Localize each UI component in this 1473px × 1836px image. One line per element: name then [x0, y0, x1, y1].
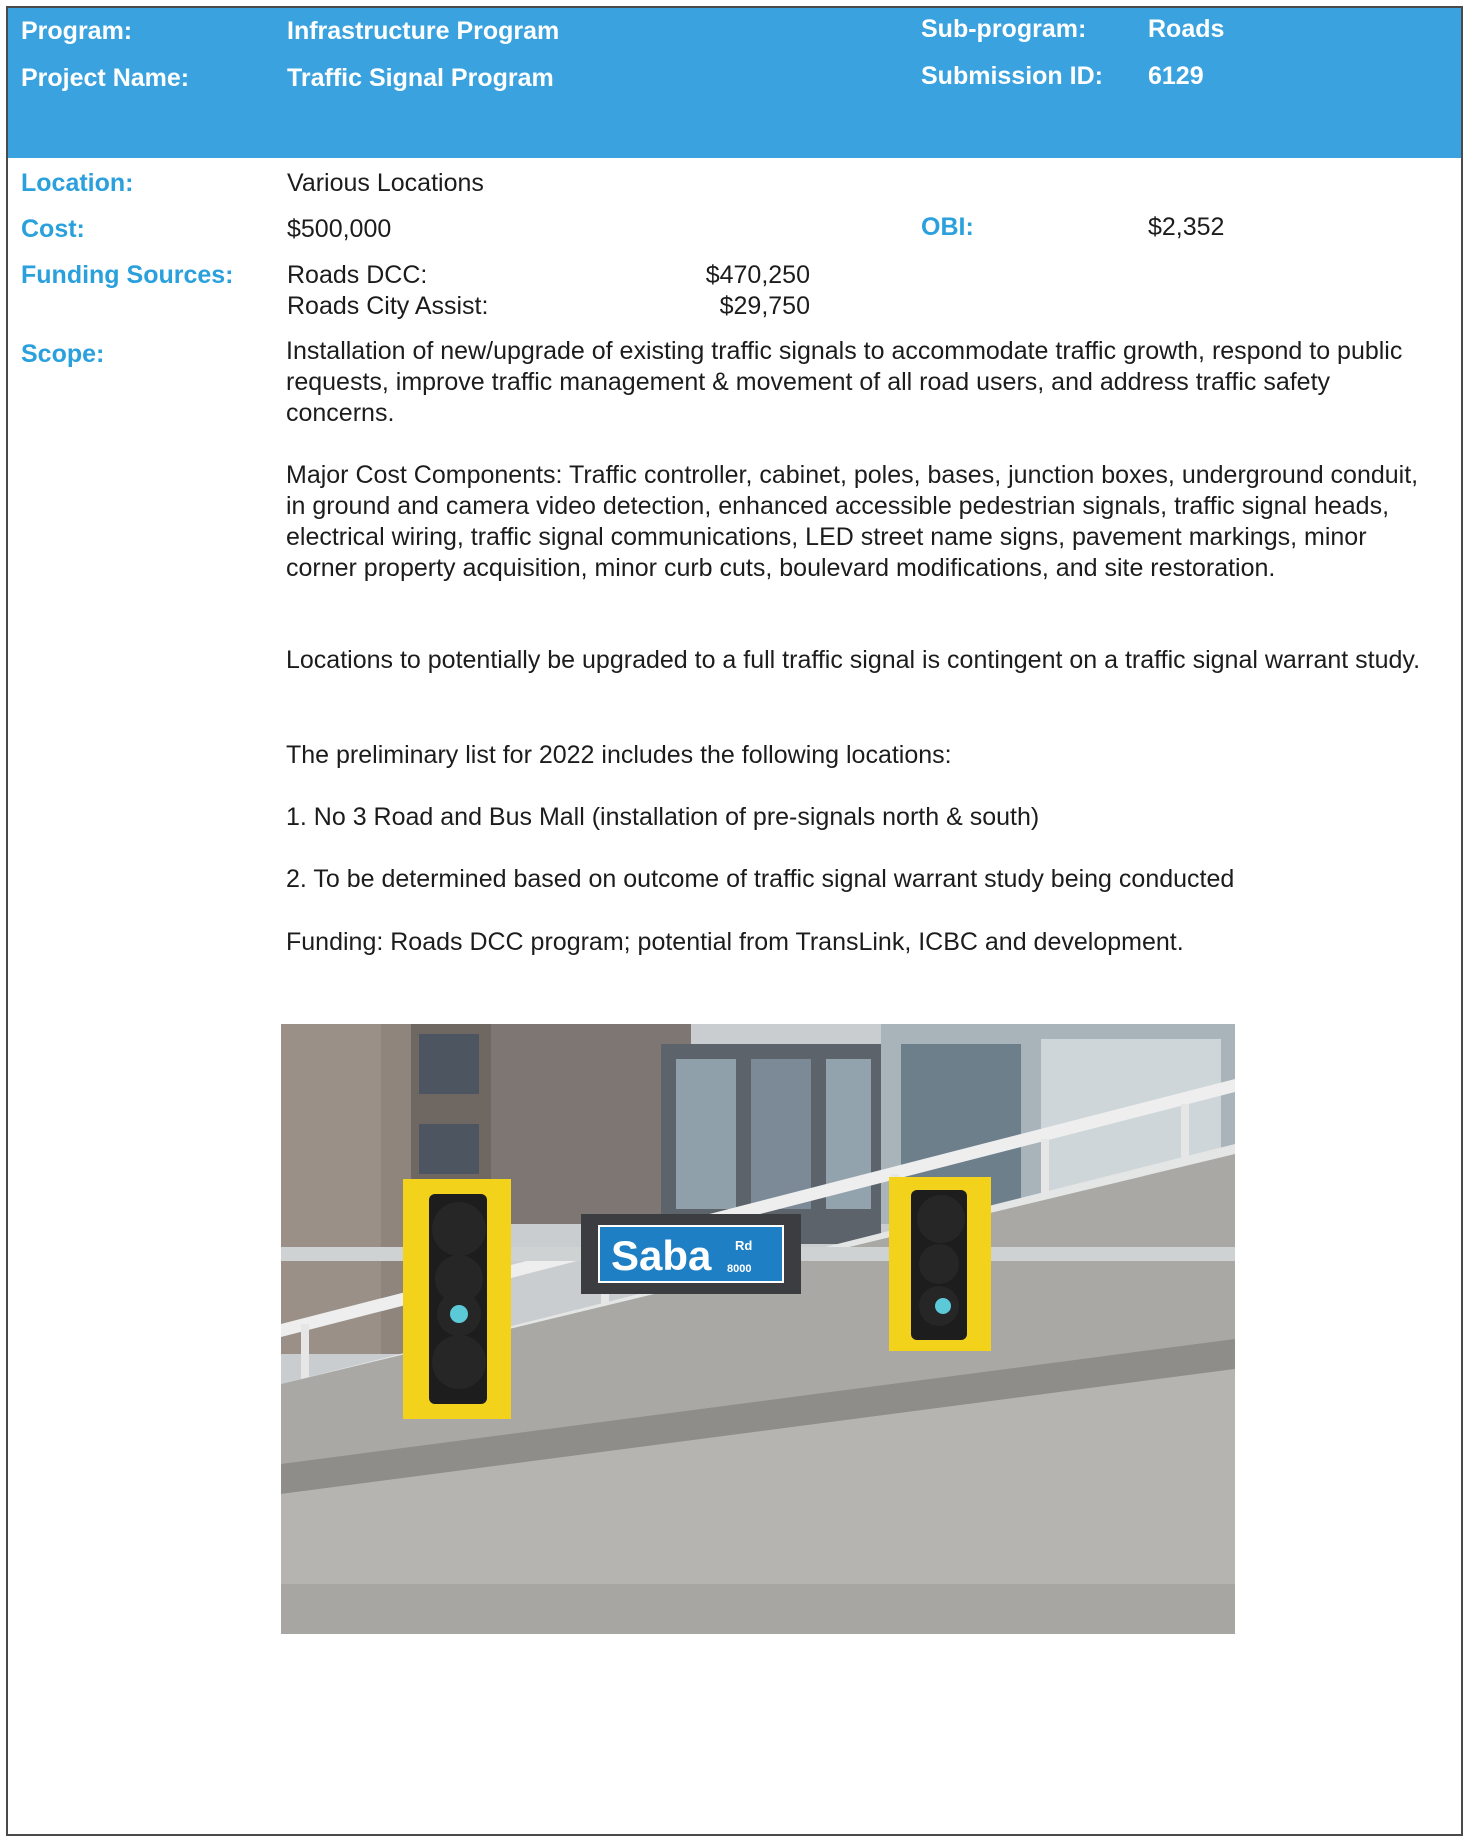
- funding-source-name: Roads DCC:: [287, 261, 428, 289]
- submission-id-label: Submission ID:: [921, 62, 1103, 90]
- street-sign-suffix: Rd: [735, 1238, 752, 1253]
- scope-paragraph: Installation of new/upgrade of existing …: [286, 337, 1403, 427]
- project-name-label: Project Name:: [21, 64, 190, 92]
- cost-value: $500,000: [287, 215, 392, 243]
- subprogram-value: Roads: [1148, 15, 1225, 43]
- warrant-study-paragraph: Locations to potentially be upgraded to …: [286, 646, 1421, 674]
- submission-id-value: 6129: [1148, 62, 1204, 90]
- funding-source-name: Roads City Assist:: [287, 292, 489, 320]
- location-list-item: 1. No 3 Road and Bus Mall (installation …: [286, 803, 1040, 831]
- program-label: Program:: [21, 17, 133, 45]
- location-list-item: 2. To be determined based on outcome of …: [286, 865, 1235, 893]
- project-name-value: Traffic Signal Program: [287, 64, 554, 92]
- right-traffic-signal: [889, 1177, 991, 1351]
- program-value: Infrastructure Program: [287, 17, 560, 45]
- street-sign-name: Saba: [611, 1232, 712, 1279]
- left-traffic-signal: [403, 1179, 511, 1419]
- preliminary-list-intro: The preliminary list for 2022 includes t…: [286, 741, 952, 769]
- funding-source-amount: $29,750: [719, 292, 810, 320]
- street-sign-number: 8000: [727, 1263, 751, 1275]
- obi-label: OBI:: [921, 213, 974, 241]
- obi-value: $2,352: [1148, 213, 1225, 241]
- traffic-signal-photo: Saba Rd 8000: [281, 1024, 1235, 1634]
- location-label: Location:: [21, 169, 134, 197]
- location-value: Various Locations: [287, 169, 484, 197]
- scope-label: Scope:: [21, 340, 105, 368]
- funding-sources-label: Funding Sources:: [21, 261, 234, 289]
- cost-components-paragraph: Major Cost Components: Traffic controlle…: [286, 461, 1419, 582]
- cost-label: Cost:: [21, 215, 85, 243]
- funding-source-amount: $470,250: [705, 261, 810, 289]
- subprogram-label: Sub-program:: [921, 15, 1087, 43]
- funding-note: Funding: Roads DCC program; potential fr…: [286, 928, 1184, 956]
